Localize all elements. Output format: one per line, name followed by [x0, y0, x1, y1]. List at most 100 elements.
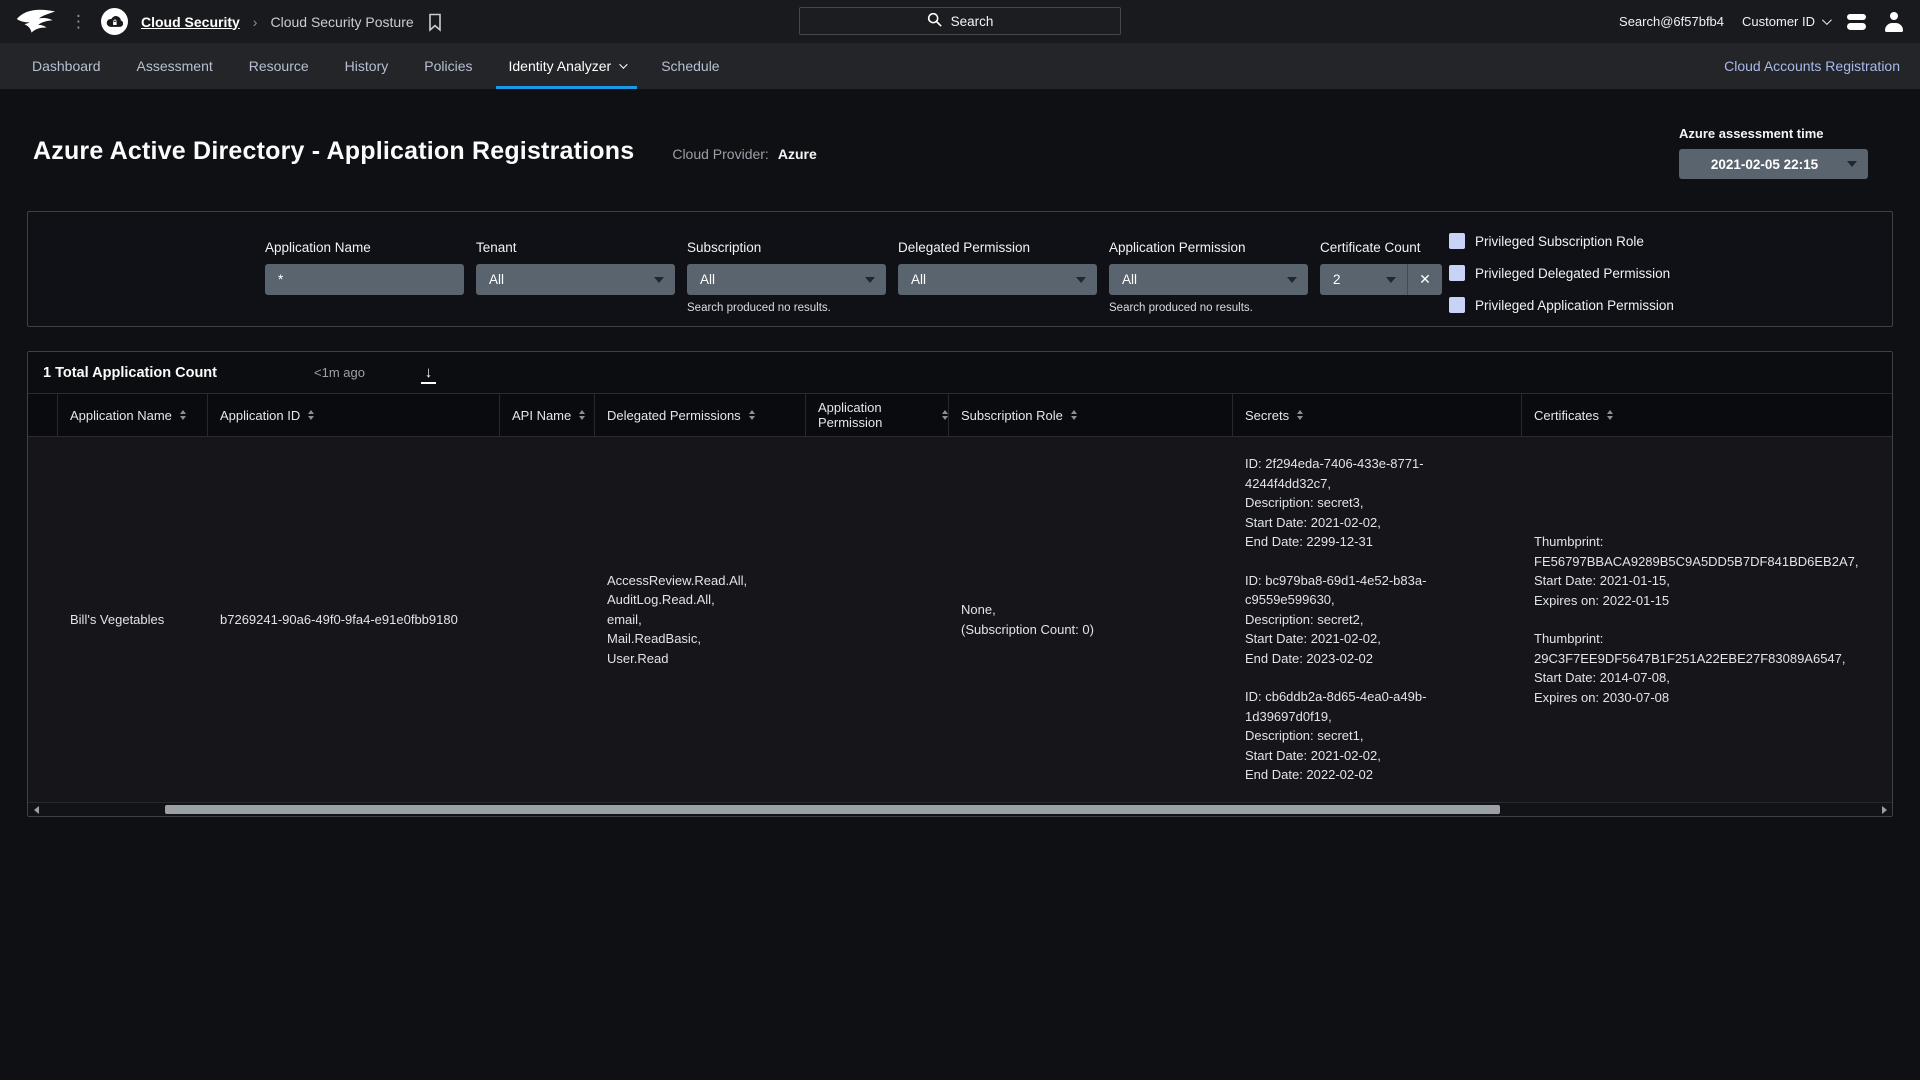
filters-panel: Application Name * Tenant All Subscripti… [27, 211, 1893, 327]
table-row[interactable]: Bill's Vegetables b7269241-90a6-49f0-9fa… [28, 437, 1892, 802]
customer-id-menu[interactable]: Customer ID [1742, 14, 1832, 29]
sort-icon[interactable] [1070, 409, 1077, 421]
certificate-entry: Thumbprint: 29C3F7EE9DF5647B1F251A22EBE2… [1534, 631, 1846, 705]
sort-icon[interactable] [579, 409, 586, 421]
tenant-select[interactable]: All [476, 264, 675, 295]
privileged-subscription-role-checkbox[interactable]: Privileged Subscription Role [1449, 233, 1674, 249]
cell-application-id: b7269241-90a6-49f0-9fa4-e91e0fbb9180 [220, 611, 458, 627]
caret-down-icon [1076, 276, 1086, 283]
row-select-column-header [28, 394, 58, 436]
cloud-provider: Cloud Provider: Azure [672, 146, 816, 162]
secret-entry: ID: cb6ddb2a-8d65-4ea0-a49b- 1d39697d0f1… [1245, 689, 1427, 783]
topbar-right-group: Search@6f57bfb4 Customer ID [1619, 11, 1904, 32]
activity-feed-icon[interactable] [1847, 13, 1866, 30]
column-header-certificates[interactable]: Certificates [1522, 394, 1892, 436]
application-name-input[interactable]: * [265, 264, 464, 295]
crowdstrike-falcon-logo[interactable] [16, 8, 56, 35]
secret-entry: ID: 2f294eda-7406-433e-8771- 4244f4dd32c… [1245, 456, 1424, 550]
sort-icon[interactable] [179, 409, 186, 421]
cloud-provider-value: Azure [777, 146, 817, 162]
filter-application-name: Application Name * [265, 240, 464, 295]
filter-application-permission: Application Permission All Search produc… [1109, 240, 1308, 314]
total-application-count: 1 Total Application Count [43, 364, 217, 381]
caret-down-icon [865, 276, 875, 283]
cell-certificates: Thumbprint: FE56797BBACA9289B5C9A5DD5B7D… [1522, 532, 1892, 707]
user-profile-icon[interactable] [1884, 11, 1904, 32]
search-placeholder: Search [950, 13, 994, 29]
table-header-row: Application Name Application ID API Name… [28, 394, 1892, 437]
checkbox-icon [1449, 297, 1465, 313]
last-updated: <1m ago [314, 365, 365, 380]
customer-id-label: Customer ID [1742, 14, 1815, 29]
certificate-entry: Thumbprint: FE56797BBACA9289B5C9A5DD5B7D… [1534, 534, 1859, 608]
subscription-select[interactable]: All [687, 264, 886, 295]
tab-dashboard[interactable]: Dashboard [14, 43, 119, 89]
certificate-count-select[interactable]: 2 [1320, 264, 1408, 295]
column-header-api-name[interactable]: API Name [500, 394, 595, 436]
subscription-no-results-hint: Search produced no results. [687, 302, 831, 314]
user-search-id: Search@6f57bfb4 [1619, 14, 1725, 29]
column-header-application-id[interactable]: Application ID [208, 394, 500, 436]
tab-history[interactable]: History [327, 43, 407, 89]
column-header-application-name[interactable]: Application Name [58, 394, 208, 436]
chevron-down-icon [619, 60, 628, 69]
assessment-time-label: Azure assessment time [1679, 126, 1824, 141]
checkbox-icon [1449, 265, 1465, 281]
tab-assessment[interactable]: Assessment [119, 43, 231, 89]
breadcrumb-separator: › [252, 13, 258, 30]
sort-icon[interactable] [1607, 409, 1614, 421]
tab-schedule[interactable]: Schedule [643, 43, 737, 89]
brand-breadcrumb-group: ⋮ Cloud Security › Cloud Security Postur… [16, 8, 443, 35]
horizontal-scrollbar[interactable] [28, 802, 1892, 816]
privileged-delegated-permission-checkbox[interactable]: Privileged Delegated Permission [1449, 265, 1674, 281]
chevron-down-icon [1821, 15, 1832, 26]
caret-down-icon [654, 276, 664, 283]
caret-down-icon [1386, 276, 1396, 283]
results-summary-bar: 1 Total Application Count <1m ago ↓ [28, 352, 1892, 394]
tab-resource[interactable]: Resource [231, 43, 327, 89]
sort-icon[interactable] [1297, 409, 1304, 421]
global-search-input[interactable]: Search [799, 7, 1121, 35]
certificate-count-control: 2 ✕ [1320, 264, 1442, 295]
page-title-bar: Azure Active Directory - Application Reg… [27, 126, 1893, 179]
column-header-secrets[interactable]: Secrets [1233, 394, 1522, 436]
scroll-left-arrow[interactable] [28, 803, 44, 816]
section-nav: Dashboard Assessment Resource History Po… [0, 43, 1920, 89]
bookmark-icon[interactable] [427, 11, 443, 32]
certificate-count-clear-button[interactable]: ✕ [1408, 264, 1442, 295]
download-icon[interactable]: ↓ [420, 365, 437, 384]
page-title: Azure Active Directory - Application Reg… [33, 137, 635, 165]
scrollbar-thumb[interactable] [165, 805, 1500, 814]
sort-icon[interactable] [308, 409, 315, 421]
application-permission-select[interactable]: All [1109, 264, 1308, 295]
cloud-security-module-icon[interactable] [101, 8, 128, 35]
sort-icon[interactable] [748, 409, 755, 421]
cloud-accounts-registration-link[interactable]: Cloud Accounts Registration [1724, 58, 1906, 74]
privileged-application-permission-checkbox[interactable]: Privileged Application Permission [1449, 297, 1674, 313]
checkbox-icon [1449, 233, 1465, 249]
breadcrumb-cloud-security-link[interactable]: Cloud Security [141, 14, 240, 30]
cell-secrets: ID: 2f294eda-7406-433e-8771- 4244f4dd32c… [1233, 454, 1522, 785]
tab-policies[interactable]: Policies [406, 43, 490, 89]
tab-identity-analyzer[interactable]: Identity Analyzer [490, 43, 643, 89]
assessment-time-group: Azure assessment time 2021-02-05 22:15 [1679, 126, 1868, 179]
sort-icon[interactable] [942, 409, 948, 421]
results-panel: 1 Total Application Count <1m ago ↓ Appl… [27, 351, 1893, 817]
column-header-subscription-role[interactable]: Subscription Role [949, 394, 1233, 436]
top-app-bar: ⋮ Cloud Security › Cloud Security Postur… [0, 0, 1920, 43]
column-header-application-permission[interactable]: Application Permission [806, 394, 949, 436]
app-menu-ellipsis-icon[interactable]: ⋮ [69, 13, 88, 30]
filter-subscription: Subscription All Search produced no resu… [687, 240, 886, 314]
search-icon [927, 12, 942, 30]
scroll-right-arrow[interactable] [1876, 803, 1892, 816]
column-header-delegated-permissions[interactable]: Delegated Permissions [595, 394, 806, 436]
filter-delegated-permission: Delegated Permission All [898, 240, 1097, 295]
scrollbar-track[interactable] [44, 803, 1876, 816]
main-content: Azure Active Directory - Application Reg… [0, 126, 1920, 817]
application-permission-no-results-hint: Search produced no results. [1109, 302, 1253, 314]
assessment-time-select[interactable]: 2021-02-05 22:15 [1679, 149, 1868, 179]
cell-delegated-permissions: AccessReview.Read.All, AuditLog.Read.All… [607, 572, 748, 666]
cloud-provider-label: Cloud Provider: [672, 146, 769, 162]
delegated-permission-select[interactable]: All [898, 264, 1097, 295]
privileged-filter-checkboxes: Privileged Subscription Role Privileged … [1449, 233, 1674, 313]
